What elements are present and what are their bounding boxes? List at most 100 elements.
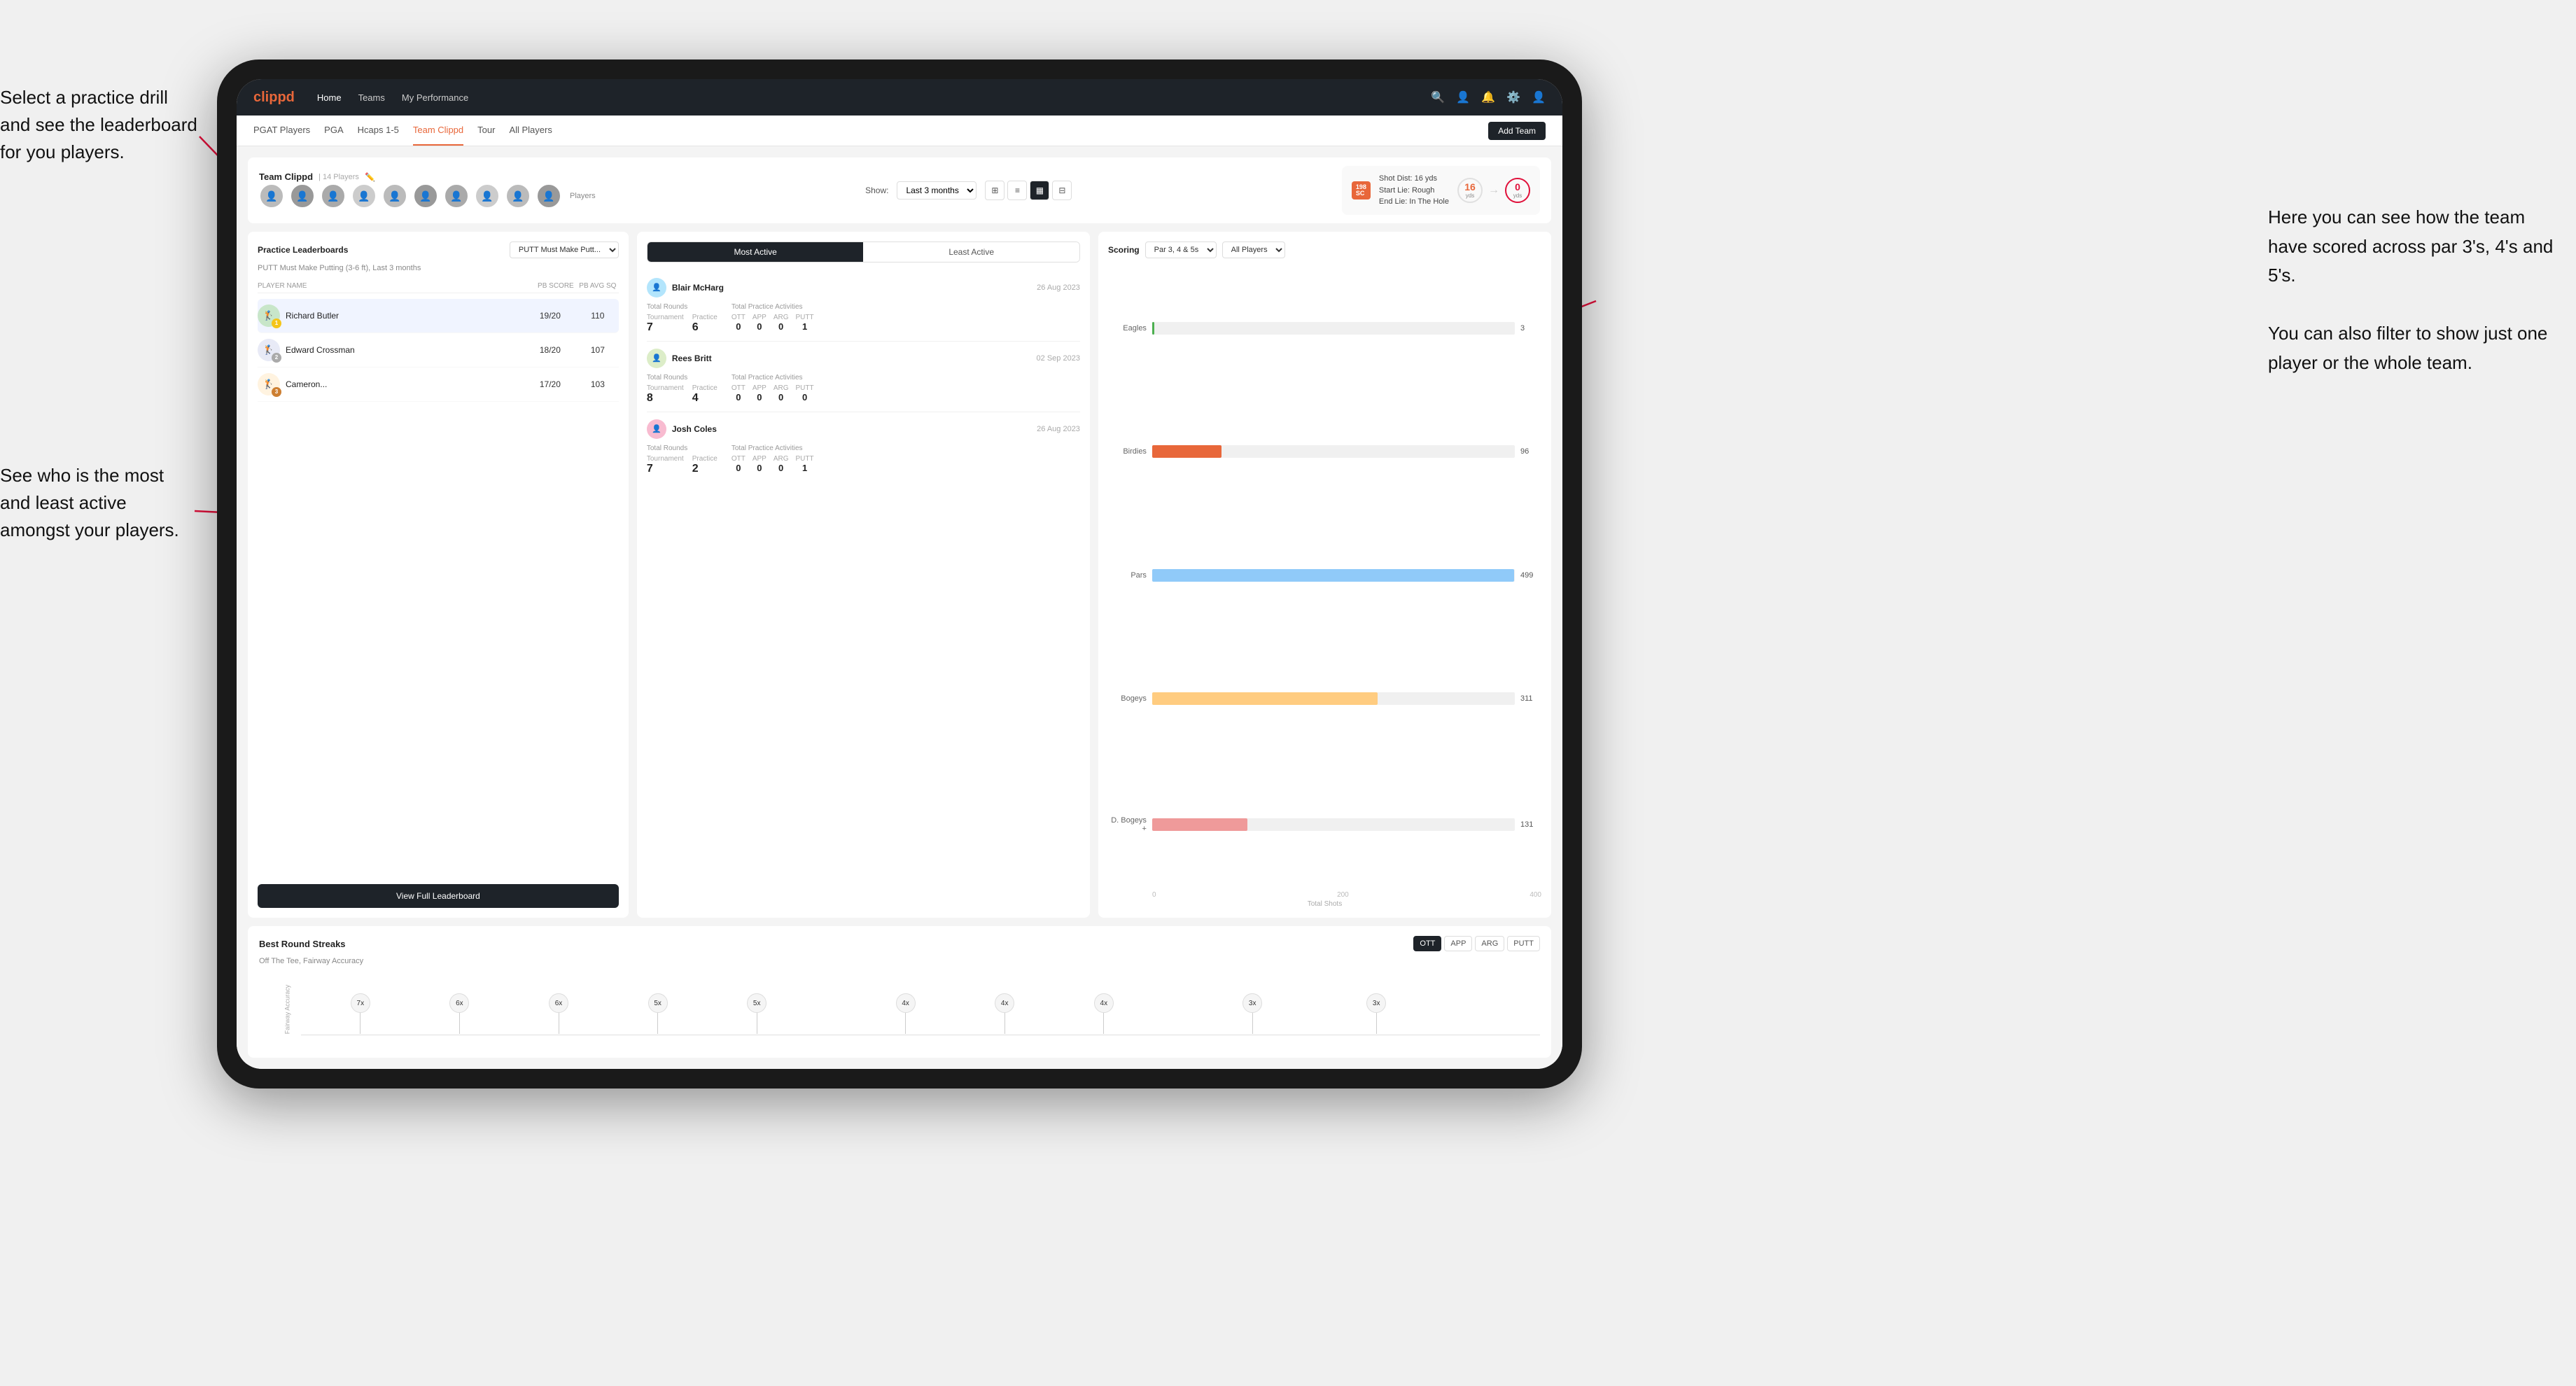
- pin-badge-4x-2: 4x: [995, 993, 1014, 1013]
- subnav-hcaps[interactable]: Hcaps 1-5: [358, 115, 399, 146]
- pin-badge-6x-1: 6x: [449, 993, 469, 1013]
- shot-circle-start: 16 yds: [1457, 178, 1483, 203]
- tab-most-active[interactable]: Most Active: [648, 242, 864, 262]
- subnav-all-players[interactable]: All Players: [509, 115, 552, 146]
- pa-tournament-value-3: 7: [647, 463, 684, 475]
- list-view-icon[interactable]: ≡: [1007, 181, 1027, 200]
- bar-fill-bogeys: [1152, 692, 1378, 705]
- lb-avatar-1: 🏌️ 1: [258, 304, 280, 327]
- activity-card: Most Active Least Active 👤 Blair McHarg …: [637, 232, 1090, 918]
- show-select[interactable]: Last 3 months Last 6 months Last year: [897, 181, 976, 200]
- pa-header-1: 👤 Blair McHarg 26 Aug 2023: [647, 278, 1080, 298]
- bar-label-bogeys: Bogeys: [1108, 694, 1147, 703]
- bar-value-bogeys: 311: [1520, 694, 1541, 703]
- bell-icon[interactable]: 🔔: [1481, 90, 1495, 104]
- card-view-icon[interactable]: ▦: [1030, 181, 1049, 200]
- table-view-icon[interactable]: ⊟: [1052, 181, 1072, 200]
- drill-select[interactable]: PUTT Must Make Putt...: [510, 241, 619, 258]
- pa-arg-val-3: 0: [774, 463, 789, 473]
- table-row[interactable]: 🏌️ 3 Cameron... 17/20 103: [258, 368, 619, 402]
- view-full-leaderboard-button[interactable]: View Full Leaderboard: [258, 884, 619, 908]
- nav-icons: 🔍 👤 🔔 ⚙️ 👤: [1431, 90, 1546, 104]
- bar-fill-pars: [1152, 569, 1514, 582]
- tab-app[interactable]: APP: [1444, 936, 1472, 951]
- lb-name-2: Edward Crossman: [286, 345, 524, 355]
- table-row[interactable]: 🏌️ 1 Richard Butler 19/20 110: [258, 299, 619, 333]
- pa-tournament-value-2: 8: [647, 392, 684, 405]
- show-label: Show:: [865, 186, 888, 195]
- pa-practice-value: 6: [692, 321, 718, 334]
- subnav-pga[interactable]: PGA: [324, 115, 343, 146]
- pin-4x-3[interactable]: 4x: [1094, 993, 1114, 1034]
- pin-4x-2[interactable]: 4x: [995, 993, 1014, 1034]
- bar-track-dbogeys: [1152, 818, 1515, 831]
- pa-activities-label: Total Practice Activities: [732, 303, 814, 311]
- pa-stats-2: Total Rounds Tournament 8 Practice 4: [647, 374, 1080, 405]
- pa-putt-val-3: 1: [796, 463, 814, 473]
- pin-3x-2[interactable]: 3x: [1366, 993, 1386, 1034]
- tab-arg[interactable]: ARG: [1475, 936, 1504, 951]
- timeline-chart: Fairway Accuracy 7x 6x 6x: [301, 971, 1540, 1048]
- pin-6x-1[interactable]: 6x: [449, 993, 469, 1034]
- lb-avatar-3: 🏌️ 3: [258, 373, 280, 396]
- annotation-top-left: Select a practice drill and see the lead…: [0, 84, 203, 166]
- avatar-1: 👤: [259, 183, 284, 209]
- annotation-top-right: Here you can see how the team have score…: [2268, 203, 2569, 378]
- lb-col-headers: PLAYER NAME PB SCORE PB AVG SQ: [258, 279, 619, 293]
- pa-app-val: 0: [752, 321, 766, 332]
- pin-4x-1[interactable]: 4x: [896, 993, 916, 1034]
- lb-name-1: Richard Butler: [286, 311, 524, 321]
- pa-tournament-value: 7: [647, 321, 684, 334]
- pin-7x-1[interactable]: 7x: [351, 993, 370, 1034]
- pa-arg-label-3: ARG: [774, 455, 789, 463]
- pin-3x-1[interactable]: 3x: [1242, 993, 1262, 1034]
- profile-icon[interactable]: 👤: [1456, 90, 1470, 104]
- pin-5x-2[interactable]: 5x: [747, 993, 766, 1034]
- annotation-bottom-left: See who is the most and least active amo…: [0, 462, 196, 544]
- pa-name-1: Blair McHarg: [672, 283, 1031, 293]
- pin-5x-1[interactable]: 5x: [648, 993, 668, 1034]
- pa-ott-val-3: 0: [732, 463, 746, 473]
- scoring-filter-players[interactable]: All Players: [1222, 241, 1285, 258]
- add-team-button[interactable]: Add Team: [1488, 122, 1546, 140]
- subnav-tour[interactable]: Tour: [477, 115, 495, 146]
- pa-practice-value-2: 4: [692, 392, 718, 405]
- scoring-card: Scoring Par 3, 4 & 5s All Players Eagles: [1098, 232, 1551, 918]
- pa-avatar-2: 👤: [647, 349, 666, 368]
- settings-icon[interactable]: ⚙️: [1506, 90, 1520, 104]
- pa-rounds-label: Total Rounds: [647, 303, 718, 311]
- nav-logo: clippd: [253, 90, 295, 106]
- lb-badge-3: 3: [272, 387, 281, 397]
- main-content: Team Clippd | 14 Players ✏️ 👤 👤 👤 👤 👤 👤 …: [237, 146, 1562, 1069]
- pa-putt-label: PUTT: [796, 314, 814, 321]
- bottom-tabs: OTT APP ARG PUTT: [1413, 936, 1540, 951]
- pa-app-label: APP: [752, 314, 766, 321]
- pa-arg-label-2: ARG: [774, 384, 789, 392]
- avatar-7: 👤: [444, 183, 469, 209]
- subnav-team-clippd[interactable]: Team Clippd: [413, 115, 463, 146]
- tab-least-active[interactable]: Least Active: [863, 242, 1079, 262]
- pa-name-3: Josh Coles: [672, 424, 1031, 434]
- lb-avg-3: 103: [577, 379, 619, 389]
- tab-ott[interactable]: OTT: [1413, 936, 1441, 951]
- edit-team-icon[interactable]: ✏️: [365, 172, 375, 182]
- nav-my-performance[interactable]: My Performance: [402, 92, 468, 103]
- user-icon[interactable]: 👤: [1532, 90, 1546, 104]
- pa-rounds-label-3: Total Rounds: [647, 444, 718, 452]
- pin-badge-5x-2: 5x: [747, 993, 766, 1013]
- pin-6x-2[interactable]: 6x: [549, 993, 568, 1034]
- drill-subtitle: PUTT Must Make Putting (3-6 ft), Last 3 …: [258, 264, 619, 272]
- grid-view-icon[interactable]: ⊞: [985, 181, 1004, 200]
- sub-nav: PGAT Players PGA Hcaps 1-5 Team Clippd T…: [237, 115, 1562, 146]
- nav-teams[interactable]: Teams: [358, 92, 385, 103]
- table-row[interactable]: 🏌️ 2 Edward Crossman 18/20 107: [258, 333, 619, 368]
- player-activity-1: 👤 Blair McHarg 26 Aug 2023 Total Rounds …: [647, 271, 1080, 342]
- show-controls: Show: Last 3 months Last 6 months Last y…: [865, 181, 1072, 200]
- player-activity-2: 👤 Rees Britt 02 Sep 2023 Total Rounds To…: [647, 342, 1080, 412]
- scoring-filter-par[interactable]: Par 3, 4 & 5s: [1145, 241, 1217, 258]
- bar-label-pars: Pars: [1108, 571, 1147, 580]
- search-icon[interactable]: 🔍: [1431, 90, 1445, 104]
- subnav-pgat[interactable]: PGAT Players: [253, 115, 310, 146]
- tab-putt[interactable]: PUTT: [1507, 936, 1540, 951]
- nav-home[interactable]: Home: [317, 92, 342, 103]
